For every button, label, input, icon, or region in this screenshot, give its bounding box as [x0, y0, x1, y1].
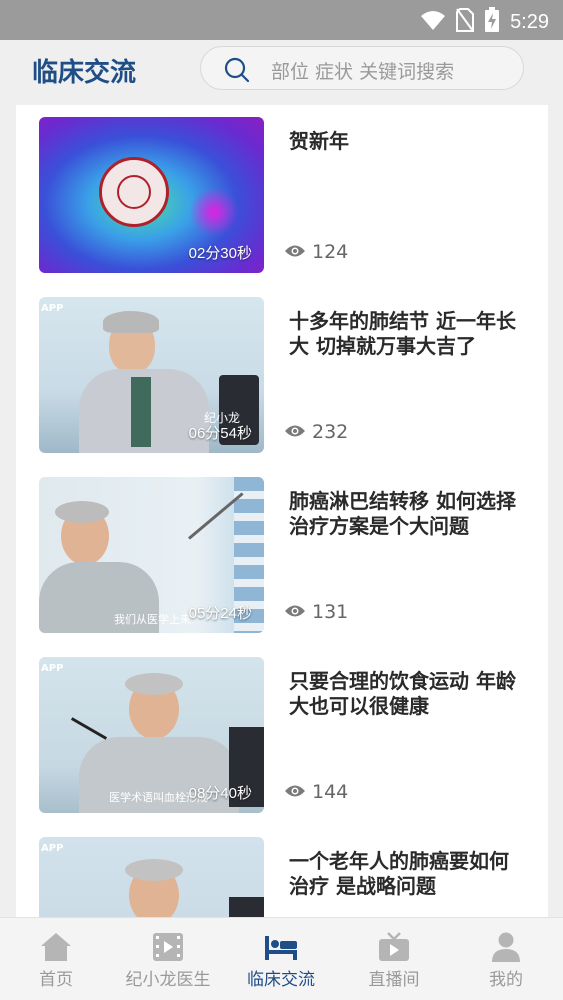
view-count-value: 144	[312, 781, 349, 803]
tab-label: 首页	[39, 970, 73, 990]
eye-icon	[284, 601, 306, 623]
tv-icon	[376, 930, 412, 964]
video-duration: 05分24秒	[188, 605, 252, 622]
video-title[interactable]: 肺癌淋巴结转移 如何选择治疗方案是个大问题	[289, 489, 519, 539]
society-seal-logo	[99, 157, 169, 227]
view-count-value: 232	[312, 421, 349, 443]
battery-charging-icon	[484, 7, 500, 37]
status-time: 5:29	[510, 10, 549, 33]
search-icon	[223, 56, 251, 88]
video-title[interactable]: 贺新年	[289, 129, 519, 154]
video-thumbnail[interactable]: APP 医学术语叫血栓形成 08分40秒	[39, 657, 264, 813]
tab-label: 我的	[489, 970, 523, 990]
app-logo: APP	[41, 843, 64, 854]
view-count: 232	[284, 421, 348, 443]
view-count-value: 124	[312, 241, 349, 263]
view-count: 124	[284, 241, 348, 263]
video-list[interactable]: 02分30秒 贺新年 124 APP 纪小龙 06分54秒 十多年的肺结节 近一…	[16, 105, 548, 917]
video-item[interactable]: APP 纪小龙 06分54秒 十多年的肺结节 近一年长大 切掉就万事大吉了 23…	[16, 285, 548, 465]
video-item[interactable]: APP 一个老年人的肺癌要如何治疗 是战略问题	[16, 825, 548, 917]
app-header: 临床交流 部位 症状 关键词搜索	[0, 40, 563, 98]
app-logo: APP	[41, 663, 64, 674]
search-placeholder: 部位 症状 关键词搜索	[271, 61, 455, 83]
video-title[interactable]: 只要合理的饮食运动 年龄大也可以很健康	[289, 669, 519, 719]
tab-clinical[interactable]: 临床交流	[225, 918, 337, 1000]
tab-mine[interactable]: 我的	[450, 918, 562, 1000]
person-icon	[488, 930, 524, 964]
wifi-icon	[420, 9, 446, 35]
tab-label: 临床交流	[247, 970, 315, 990]
video-thumbnail[interactable]: APP	[39, 837, 264, 917]
video-title[interactable]: 一个老年人的肺癌要如何治疗 是战略问题	[289, 849, 519, 899]
video-item[interactable]: APP 医学术语叫血栓形成 08分40秒 只要合理的饮食运动 年龄大也可以很健康…	[16, 645, 548, 825]
home-icon	[38, 930, 74, 964]
tab-label: 纪小龙医生	[125, 970, 211, 990]
app-logo: APP	[41, 303, 64, 314]
video-item[interactable]: 我们从医学上来 05分24秒 肺癌淋巴结转移 如何选择治疗方案是个大问题 131	[16, 465, 548, 645]
video-thumbnail[interactable]: APP 纪小龙 06分54秒	[39, 297, 264, 453]
video-duration: 06分54秒	[188, 425, 252, 442]
page-title: 临床交流	[32, 58, 137, 88]
video-subtitle: 我们从医学上来	[114, 613, 191, 626]
no-sim-icon	[456, 8, 475, 36]
view-count-value: 131	[312, 601, 349, 623]
tab-label: 直播间	[368, 970, 420, 990]
view-count: 131	[284, 601, 348, 623]
video-duration: 02分30秒	[188, 245, 252, 262]
video-item[interactable]: 02分30秒 贺新年 124	[16, 105, 548, 285]
video-duration: 08分40秒	[188, 785, 252, 802]
tab-live[interactable]: 直播间	[338, 918, 450, 1000]
tab-home[interactable]: 首页	[0, 918, 112, 1000]
tab-doctor[interactable]: 纪小龙医生	[112, 918, 224, 1000]
video-thumbnail[interactable]: 02分30秒	[39, 117, 264, 273]
video-title[interactable]: 十多年的肺结节 近一年长大 切掉就万事大吉了	[289, 309, 519, 359]
view-count: 144	[284, 781, 348, 803]
bed-icon	[263, 930, 299, 964]
search-input[interactable]: 部位 症状 关键词搜索	[200, 46, 524, 90]
video-icon	[150, 930, 186, 964]
status-bar: 5:29	[0, 0, 563, 40]
eye-icon	[284, 421, 306, 443]
eye-icon	[284, 781, 306, 803]
bottom-tab-bar: 首页 纪小龙医生 临床交流 直播间 我的	[0, 917, 563, 1000]
eye-icon	[284, 241, 306, 263]
video-thumbnail[interactable]: 我们从医学上来 05分24秒	[39, 477, 264, 633]
